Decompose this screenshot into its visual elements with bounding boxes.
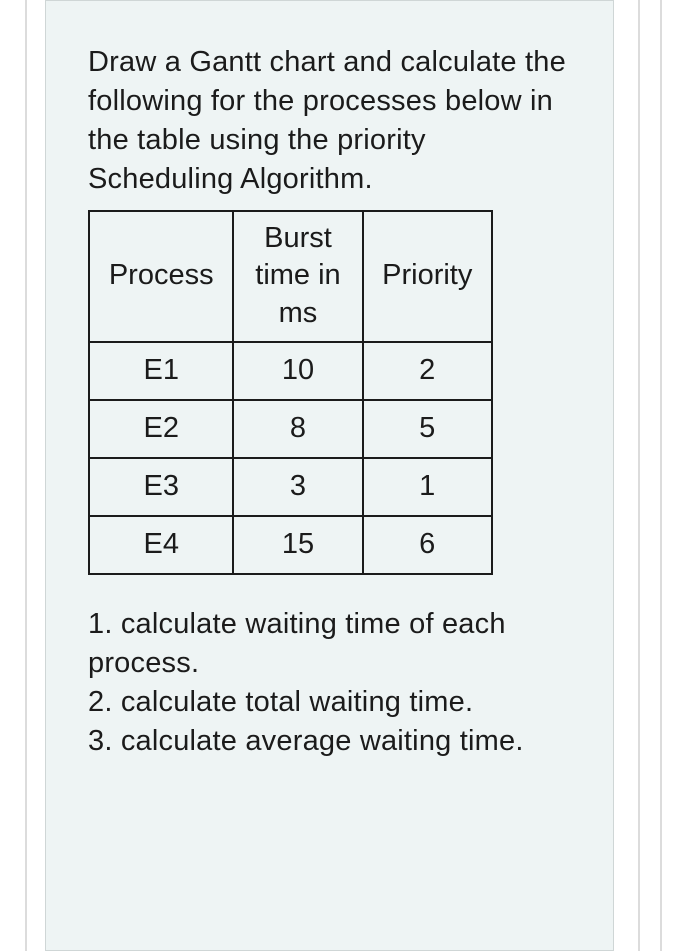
col-header-priority: Priority bbox=[363, 211, 493, 342]
question-2: 2. calculate total waiting time. bbox=[88, 683, 571, 722]
cell-process: E4 bbox=[89, 516, 233, 574]
cell-burst: 15 bbox=[233, 516, 362, 574]
table-header-row: Process Burst time in ms Priority bbox=[89, 211, 492, 342]
sub-questions: 1. calculate waiting time of each proces… bbox=[88, 605, 571, 762]
cell-priority: 6 bbox=[363, 516, 493, 574]
cell-burst: 8 bbox=[233, 400, 362, 458]
cell-burst: 3 bbox=[233, 458, 362, 516]
cell-process: E3 bbox=[89, 458, 233, 516]
col-header-burst: Burst time in ms bbox=[233, 211, 362, 342]
cell-priority: 5 bbox=[363, 400, 493, 458]
col-header-process: Process bbox=[89, 211, 233, 342]
question-1: 1. calculate waiting time of each proces… bbox=[88, 605, 571, 683]
cell-priority: 2 bbox=[363, 342, 493, 400]
cell-process: E2 bbox=[89, 400, 233, 458]
table-row: E3 3 1 bbox=[89, 458, 492, 516]
table-row: E1 10 2 bbox=[89, 342, 492, 400]
cell-process: E1 bbox=[89, 342, 233, 400]
question-3: 3. calculate average waiting time. bbox=[88, 722, 571, 761]
page-divider bbox=[660, 0, 662, 951]
table-row: E2 8 5 bbox=[89, 400, 492, 458]
cell-priority: 1 bbox=[363, 458, 493, 516]
process-table: Process Burst time in ms Priority E1 10 … bbox=[88, 210, 493, 575]
table-row: E4 15 6 bbox=[89, 516, 492, 574]
question-card: Draw a Gantt chart and calculate the fol… bbox=[45, 0, 614, 951]
cell-burst: 10 bbox=[233, 342, 362, 400]
question-prompt: Draw a Gantt chart and calculate the fol… bbox=[88, 43, 571, 200]
